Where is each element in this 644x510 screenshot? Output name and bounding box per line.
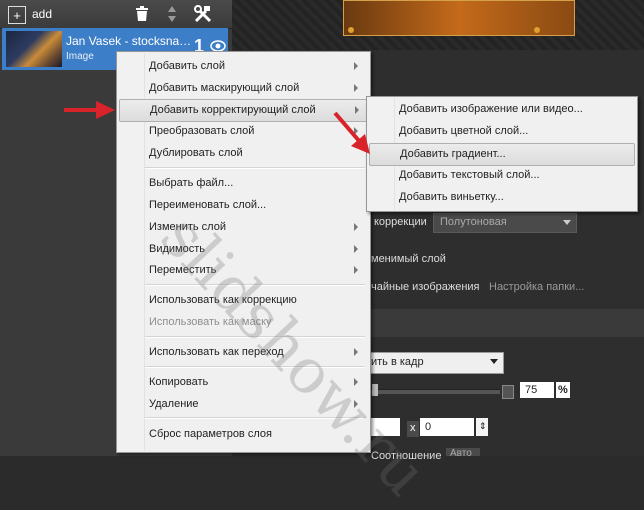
context-menu-item-label: Изменить слой xyxy=(149,221,226,233)
context-menu-item-label: Переименовать слой... xyxy=(149,199,267,211)
context-menu-item[interactable]: Изменить слой xyxy=(119,217,366,238)
submenu-item-label: Добавить изображение или видео... xyxy=(399,103,583,115)
context-menu-item-label: Переместить xyxy=(149,264,217,276)
context-menu-item-label: Удаление xyxy=(149,398,199,410)
chevron-right-icon xyxy=(354,400,358,408)
context-menu-item[interactable]: Добавить маскирующий слой xyxy=(119,78,366,99)
context-menu-item[interactable]: Использовать как коррекцию xyxy=(119,290,366,311)
submenu-item[interactable]: Добавить градиент... xyxy=(369,143,635,166)
context-menu-item-label: Преобразовать слой xyxy=(149,125,255,137)
layer-title: Jan Vasek - stocksna… xyxy=(66,34,192,48)
submenu-item-label: Добавить текстовый слой... xyxy=(399,169,540,181)
plus-icon[interactable]: + xyxy=(8,6,26,24)
coord-value: 0 xyxy=(425,421,432,433)
submenu-item-label: Добавить виньетку... xyxy=(399,191,504,203)
layers-toolbar: + add xyxy=(0,0,232,29)
menu-separator xyxy=(145,284,365,286)
percent-label: % xyxy=(556,382,570,398)
context-menu-item[interactable]: Добавить корректирующий слой xyxy=(119,99,368,122)
context-menu-item[interactable]: Переименовать слой... xyxy=(119,195,366,216)
opacity-input[interactable]: 75 xyxy=(520,382,554,398)
correction-label: коррекции xyxy=(374,216,427,228)
add-button-label[interactable]: add xyxy=(32,7,52,21)
ratio-label: Соотношение xyxy=(371,450,442,462)
context-menu-item[interactable]: Использовать как маску xyxy=(119,312,366,333)
handle-left[interactable] xyxy=(348,27,354,33)
context-menu-item-label: Добавить корректирующий слой xyxy=(150,104,316,116)
opacity-slider-track[interactable] xyxy=(370,389,500,394)
context-menu-item[interactable]: Видимость xyxy=(119,239,366,260)
context-menu-item-label: Использовать как маску xyxy=(149,316,272,328)
context-menu-item-label: Добавить слой xyxy=(149,60,225,72)
ratio-value: Авто xyxy=(450,448,472,456)
submenu-item[interactable]: Добавить виньетку... xyxy=(369,187,633,208)
checkbox-label-2[interactable]: чайные изображения xyxy=(371,281,480,293)
context-menu-item[interactable]: Выбрать файл... xyxy=(119,173,366,194)
adjustment-layer-submenu: Добавить изображение или видео... Добавит… xyxy=(366,96,638,212)
context-menu-item[interactable]: Использовать как переход xyxy=(119,342,366,363)
coord-x-label: x xyxy=(407,421,419,437)
correction-select-value: Полутоновая xyxy=(440,216,507,228)
context-menu-item[interactable]: Переместить xyxy=(119,260,366,281)
handle-right[interactable] xyxy=(534,27,540,33)
context-menu-item[interactable]: Сброс параметров слоя xyxy=(119,424,366,445)
menu-separator xyxy=(145,336,365,338)
context-menu-item[interactable]: Дублировать слой xyxy=(119,143,366,164)
submenu-item[interactable]: Добавить изображение или видео... xyxy=(369,99,633,120)
chevron-right-icon xyxy=(354,223,358,231)
menu-separator xyxy=(145,366,365,368)
coord-input[interactable]: 0 xyxy=(420,418,474,436)
layer-type: Image xyxy=(66,51,94,62)
context-menu-item-label: Дублировать слой xyxy=(149,147,243,159)
checkbox-label-1[interactable]: менимый слой xyxy=(371,253,446,265)
menu-separator xyxy=(145,167,365,169)
submenu-item[interactable]: Добавить текстовый слой... xyxy=(369,165,633,186)
submenu-item-label: Добавить градиент... xyxy=(400,148,506,160)
trash-icon[interactable] xyxy=(134,5,150,23)
percent-symbol: % xyxy=(558,384,568,396)
context-menu-item-label: Использовать как коррекцию xyxy=(149,294,297,306)
chevron-right-icon xyxy=(354,266,358,274)
stepper-arrows-icon: ⇕ xyxy=(479,421,487,431)
opacity-slider-thumb[interactable] xyxy=(372,384,378,396)
folder-settings-link[interactable]: Настройка папки... xyxy=(489,281,584,293)
context-menu-item-label: Видимость xyxy=(149,243,205,255)
coord-input-left[interactable] xyxy=(370,418,400,436)
ratio-select[interactable]: Авто xyxy=(446,448,480,456)
chevron-down-icon xyxy=(563,220,571,225)
context-menu-item[interactable]: Преобразовать слой xyxy=(119,121,366,142)
red-arrow-icon xyxy=(64,101,115,119)
coord-stepper[interactable]: ⇕ xyxy=(476,418,488,436)
context-menu-item-label: Добавить маскирующий слой xyxy=(149,82,300,94)
fit-select[interactable]: ить в кадр xyxy=(360,352,504,374)
fit-select-value: ить в кадр xyxy=(371,356,424,368)
coord-x-text: x xyxy=(410,422,416,434)
submenu-item[interactable]: Добавить цветной слой... xyxy=(369,121,633,142)
chevron-right-icon xyxy=(354,245,358,253)
opacity-value: 75 xyxy=(525,384,538,396)
context-menu-item[interactable]: Удаление xyxy=(119,394,366,415)
context-menu-item[interactable]: Добавить слой xyxy=(119,56,366,77)
submenu-item-label: Добавить цветной слой... xyxy=(399,125,529,137)
correction-select[interactable]: Полутоновая xyxy=(433,213,577,233)
red-arrow-icon-2 xyxy=(333,111,370,154)
menu-separator xyxy=(145,417,365,419)
chevron-right-icon xyxy=(354,84,358,92)
slider-step-button[interactable] xyxy=(502,385,514,399)
layer-thumbnail xyxy=(6,31,62,67)
section-header-band xyxy=(370,309,644,337)
chevron-right-icon xyxy=(354,378,358,386)
chevron-right-icon xyxy=(354,348,358,356)
preview-image[interactable] xyxy=(343,0,575,36)
context-menu-item-label: Копировать xyxy=(149,376,209,388)
chevron-down-icon xyxy=(490,359,498,364)
context-menu-item-label: Сброс параметров слоя xyxy=(149,428,272,440)
tools-icon[interactable] xyxy=(192,4,214,24)
context-menu-item-label: Использовать как переход xyxy=(149,346,284,358)
sort-arrows-icon[interactable] xyxy=(165,4,179,24)
context-menu-item-label: Выбрать файл... xyxy=(149,177,234,189)
context-menu-item[interactable]: Копировать xyxy=(119,372,366,393)
chevron-right-icon xyxy=(354,62,358,70)
